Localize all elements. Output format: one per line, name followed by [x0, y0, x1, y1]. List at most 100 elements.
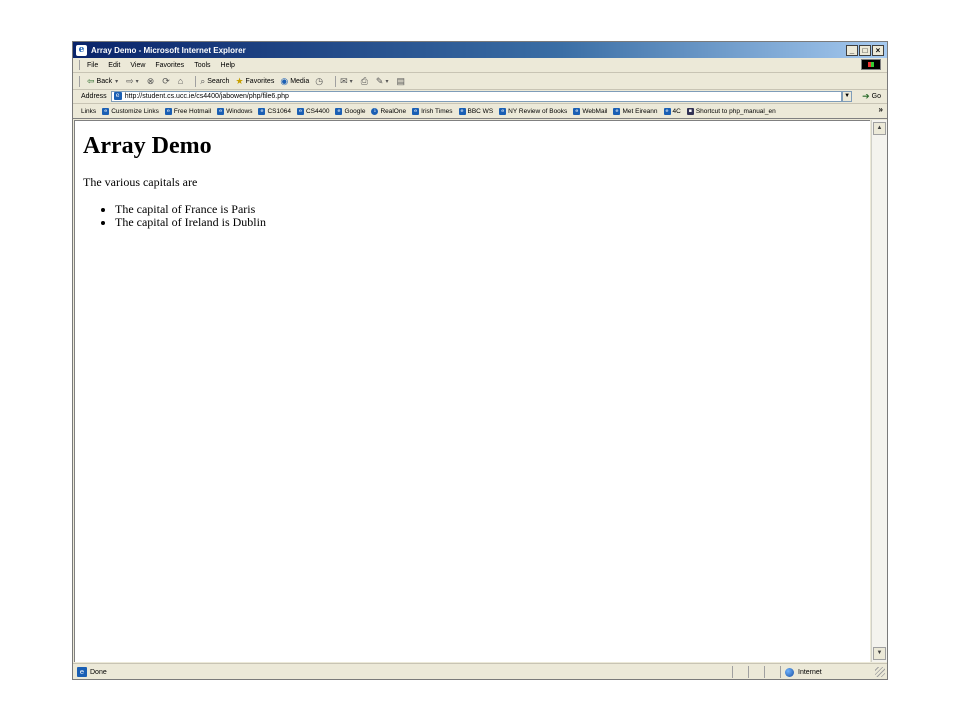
address-input[interactable]: e http://student.cs.ucc.ie/cs4400/jabowe… — [110, 90, 843, 102]
address-label: Address — [81, 92, 107, 100]
back-button[interactable]: ⇦ Back ▾ — [87, 76, 120, 87]
link-met-eireann[interactable]: e Met Eireann — [613, 107, 658, 115]
link-label: Shortcut to php_manual_en — [695, 107, 776, 115]
menu-favorites[interactable]: Favorites — [155, 62, 184, 69]
list-item: The capital of Ireland is Dublin — [115, 216, 266, 229]
page-content: Array Demo The various capitals are The … — [74, 120, 870, 662]
go-button[interactable]: ➔ Go — [862, 91, 881, 102]
status-text-pane: e Done — [73, 667, 732, 677]
back-arrow-icon: ⇦ — [87, 75, 95, 86]
media-icon: ◉ — [280, 75, 289, 86]
page-title: Array Demo — [83, 133, 212, 159]
shortcut-icon: ▪ — [686, 107, 694, 115]
page-icon: e — [77, 667, 87, 677]
address-url[interactable]: http://student.cs.ucc.ie/cs4400/jabowen/… — [125, 93, 289, 100]
minimize-button[interactable]: _ — [846, 44, 858, 56]
back-label: Back — [96, 77, 113, 85]
favorites-label: Favorites — [245, 77, 275, 85]
link-4c[interactable]: e 4C — [663, 107, 681, 115]
home-icon: ⌂ — [177, 76, 184, 86]
close-button[interactable]: × — [872, 44, 884, 56]
maximize-button[interactable]: □ — [859, 44, 871, 56]
menu-edit[interactable]: Edit — [108, 62, 120, 69]
link-irish-times[interactable]: e Irish Times — [412, 107, 453, 115]
link-webmail[interactable]: e WebMail — [573, 107, 608, 115]
toolbar-grip[interactable] — [79, 75, 82, 87]
page-icon: e — [573, 107, 581, 115]
refresh-button[interactable]: ⟳ — [162, 76, 172, 87]
page-icon: e — [458, 107, 466, 115]
chevron-right-icon[interactable]: » — [879, 105, 883, 114]
page-intro: The various capitals are — [83, 175, 198, 189]
toolbar-separator — [195, 75, 197, 87]
window-title: Array Demo - Microsoft Internet Explorer — [91, 45, 246, 55]
window-controls: _ □ × — [846, 44, 884, 56]
status-pane — [748, 666, 764, 678]
media-label: Media — [290, 77, 310, 85]
link-label: Irish Times — [421, 107, 453, 115]
discuss-button[interactable]: ▤ — [396, 76, 407, 87]
page-icon: e — [335, 107, 343, 115]
refresh-icon: ⟳ — [162, 75, 170, 86]
capitals-list: The capital of France is Paris The capit… — [95, 203, 266, 229]
search-label: Search — [207, 77, 230, 85]
menu-help[interactable]: Help — [221, 62, 235, 69]
link-cs4400[interactable]: e CS4400 — [296, 107, 330, 115]
link-google[interactable]: e Google — [335, 107, 365, 115]
mail-button[interactable]: ✉ ▾ — [340, 76, 355, 87]
menubar-grip[interactable] — [79, 60, 82, 70]
scroll-down-button[interactable]: ▼ — [873, 647, 886, 660]
edit-icon: ✎ — [375, 75, 384, 86]
link-label: CS4400 — [305, 107, 330, 115]
stop-button[interactable]: ⊗ — [147, 76, 157, 87]
vertical-scrollbar[interactable]: ▲ ▼ — [871, 120, 887, 662]
link-php-manual[interactable]: ▪ Shortcut to php_manual_en — [686, 107, 776, 115]
chevron-down-icon: ▾ — [385, 78, 389, 85]
security-zone: Internet — [780, 666, 875, 678]
link-realone[interactable]: i RealOne — [371, 107, 406, 115]
address-dropdown-button[interactable]: ▼ — [842, 90, 853, 102]
media-button[interactable]: ◉ Media — [280, 76, 309, 87]
page-icon: e — [164, 107, 172, 115]
link-bbc-ws[interactable]: e BBC WS — [458, 107, 493, 115]
print-button[interactable]: ⎙ — [361, 76, 370, 87]
forward-button[interactable]: ⇨ ▾ — [126, 76, 141, 87]
status-pane — [764, 666, 780, 678]
windows-flag-icon — [861, 59, 881, 70]
link-cs1064[interactable]: e CS1064 — [258, 107, 291, 115]
edit-button[interactable]: ✎ ▾ — [376, 76, 391, 87]
ie-logo-icon[interactable]: e — [76, 44, 87, 56]
status-pane — [732, 666, 748, 678]
chevron-down-icon: ▾ — [349, 78, 353, 85]
toolbar-separator — [335, 75, 337, 87]
search-button[interactable]: ⌕ Search — [200, 76, 229, 87]
scroll-up-button[interactable]: ▲ — [873, 122, 886, 135]
home-button[interactable]: ⌂ — [178, 76, 185, 86]
links-label: Links — [81, 107, 97, 115]
link-windows[interactable]: e Windows — [217, 107, 252, 115]
page-icon: e — [663, 107, 671, 115]
title-bar[interactable]: e Array Demo - Microsoft Internet Explor… — [73, 42, 887, 58]
link-free-hotmail[interactable]: e Free Hotmail — [164, 107, 211, 115]
link-label: CS1064 — [267, 107, 291, 115]
resize-grip[interactable] — [875, 667, 885, 677]
go-label: Go — [871, 92, 881, 100]
menu-bar: File Edit View Favorites Tools Help — [73, 58, 887, 73]
favorites-button[interactable]: ★ Favorites — [235, 76, 274, 87]
page-icon: e — [113, 92, 122, 100]
history-button[interactable]: ◷ — [315, 76, 325, 87]
stop-icon: ⊗ — [146, 75, 155, 86]
page-icon: e — [412, 107, 420, 115]
star-icon: ★ — [235, 75, 244, 86]
globe-icon — [785, 667, 794, 677]
mail-icon: ✉ — [340, 75, 348, 86]
link-label: WebMail — [582, 107, 608, 115]
link-customize-links[interactable]: e Customize Links — [102, 107, 159, 115]
menu-view[interactable]: View — [130, 62, 145, 69]
menu-tools[interactable]: Tools — [194, 62, 210, 69]
page-icon: e — [217, 107, 225, 115]
menu-file[interactable]: File — [87, 62, 98, 69]
link-ny-review-of-books[interactable]: e NY Review of Books — [499, 107, 567, 115]
page-icon: e — [499, 107, 507, 115]
history-icon: ◷ — [315, 75, 324, 86]
